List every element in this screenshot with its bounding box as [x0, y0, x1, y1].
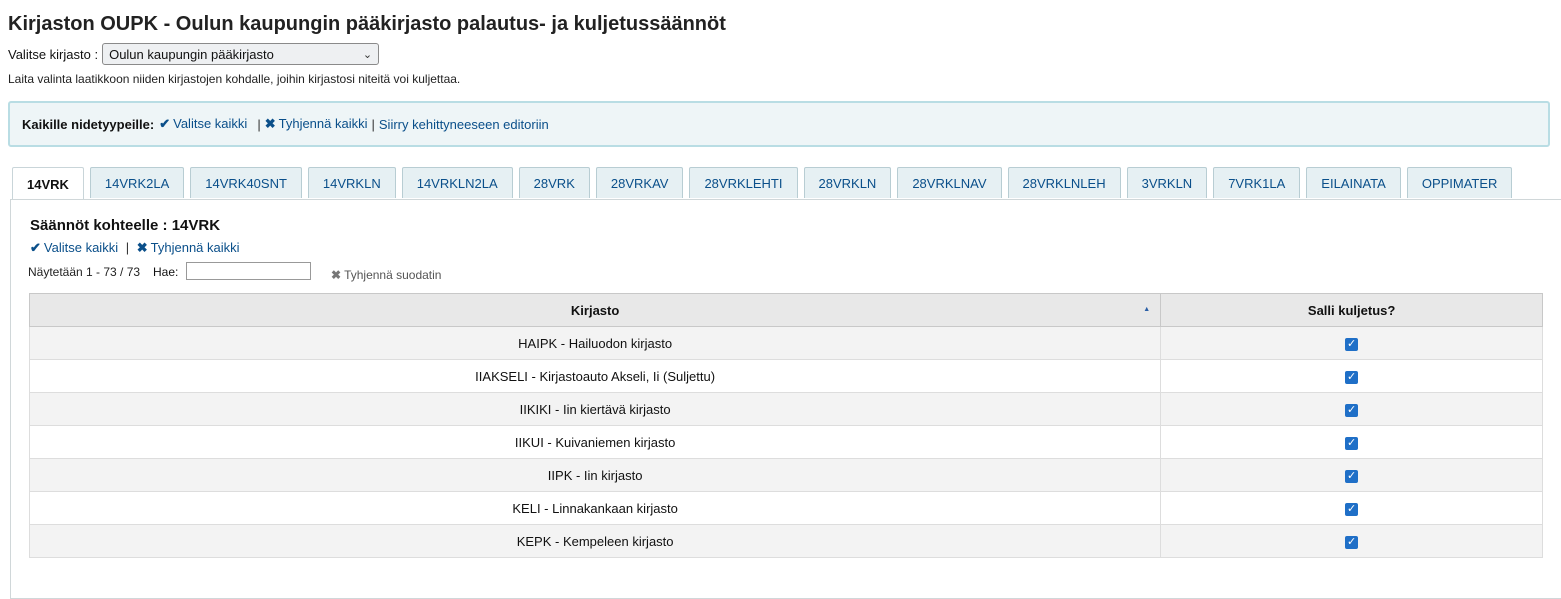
- tab-28VRKLEHTI[interactable]: 28VRKLEHTI: [689, 167, 798, 198]
- clear-all-link[interactable]: ✖ Tyhjennä kaikki: [137, 240, 240, 255]
- search-label: Hae:: [153, 265, 179, 279]
- results-info: Näytetään 1 - 73 / 73: [28, 265, 141, 279]
- column-header-library[interactable]: Kirjasto ▲: [28, 293, 1162, 327]
- page-title: Kirjaston OUPK - Oulun kaupungin pääkirj…: [8, 13, 726, 35]
- allow-cell: ✓: [1160, 359, 1543, 393]
- transfer-rules-table: Kirjasto ▲ Salli kuljetus? HAIPK - Hailuo…: [28, 293, 1543, 558]
- library-cell: IIPK - Iin kirjasto: [28, 458, 1162, 492]
- library-cell: IIKUI - Kuivaniemen kirjasto: [28, 425, 1162, 459]
- item-type-tabs: 14VRK 14VRK2LA 14VRK40SNT 14VRKLN 14VRKL…: [12, 167, 1518, 200]
- tab-28VRKAV[interactable]: 28VRKAV: [595, 167, 684, 198]
- tab-7VRK1LA[interactable]: 7VRK1LA: [1213, 167, 1301, 198]
- table-row: HAIPK - Hailuodon kirjasto ✓: [28, 326, 1543, 360]
- allow-transfer-checkbox[interactable]: ✓: [1345, 469, 1359, 483]
- table-row: IIAKSELI - Kirjastoauto Akseli, Ii (Sulj…: [28, 359, 1543, 393]
- allow-cell: ✓: [1160, 458, 1543, 492]
- allow-cell: ✓: [1160, 491, 1543, 525]
- select-all-text: Valitse kaikki: [43, 240, 119, 255]
- instructions-text: Laita valinta laatikkoon niiden kirjasto…: [8, 72, 461, 86]
- library-cell: KEPK - Kempeleen kirjasto: [28, 524, 1162, 558]
- advanced-editor-link[interactable]: Siirry kehittyneeseen editoriin: [379, 117, 549, 132]
- allow-transfer-checkbox[interactable]: ✓: [1345, 535, 1359, 549]
- separator: |: [371, 116, 375, 132]
- sort-asc-icon: ▲: [1143, 306, 1151, 313]
- x-icon: ✖: [264, 116, 276, 131]
- allow-cell: ✓: [1160, 392, 1543, 426]
- x-icon: ✖: [136, 240, 148, 255]
- clear-filter-text: Tyhjennä suodatin: [344, 268, 442, 282]
- column-header-allow-transfer[interactable]: Salli kuljetus?: [1160, 293, 1543, 327]
- allow-transfer-checkbox[interactable]: ✓: [1345, 502, 1359, 516]
- library-select[interactable]: Oulun kaupungin pääkirjasto ⌄: [102, 43, 380, 65]
- table-row: IIPK - Iin kirjasto ✓: [28, 458, 1543, 492]
- all-item-types-banner: Kaikille nidetyypeille: ✔ Valitse kaikki …: [8, 101, 1550, 147]
- tab-panel: Säännöt kohteelle : 14VRK ✔ Valitse kaikk…: [10, 199, 1561, 599]
- allow-transfer-checkbox[interactable]: ✓: [1345, 370, 1359, 384]
- tab-14VRK[interactable]: 14VRK: [12, 167, 84, 200]
- select-all-types-link[interactable]: ✔ Valitse kaikki: [159, 116, 247, 132]
- library-select-value: Oulun kaupungin pääkirjasto: [109, 46, 274, 62]
- library-cell: KELI - Linnakankaan kirjasto: [28, 491, 1162, 525]
- tab-14VRK2LA[interactable]: 14VRK2LA: [89, 167, 185, 198]
- library-cell: IIAKSELI - Kirjastoauto Akseli, Ii (Sulj…: [28, 359, 1162, 393]
- tab-28VRK[interactable]: 28VRK: [518, 167, 590, 198]
- clear-all-types-text: Tyhjennä kaikki: [278, 116, 368, 131]
- library-cell: IIKIKI - Iin kiertävä kirjasto: [28, 392, 1162, 426]
- allow-transfer-checkbox[interactable]: ✓: [1345, 436, 1359, 450]
- tab-14VRKLN2LA[interactable]: 14VRKLN2LA: [401, 167, 513, 198]
- tab-28VRKLN[interactable]: 28VRKLN: [803, 167, 892, 198]
- tab-EILAINATA[interactable]: EILAINATA: [1306, 167, 1401, 198]
- clear-all-types-link[interactable]: ✖ Tyhjennä kaikki: [265, 116, 368, 132]
- clear-filter-button[interactable]: ✖ Tyhjennä suodatin: [331, 268, 441, 282]
- table-row: KELI - Linnakankaan kirjasto ✓: [28, 491, 1543, 525]
- all-types-label: Kaikille nidetyypeille:: [22, 116, 155, 132]
- library-select-row: Valitse kirjasto : Oulun kaupungin pääki…: [8, 43, 380, 65]
- tab-3VRKLN[interactable]: 3VRKLN: [1126, 167, 1208, 198]
- select-all-types-text: Valitse kaikki: [173, 116, 248, 131]
- tab-14VRKLN[interactable]: 14VRKLN: [307, 167, 396, 198]
- tab-14VRK40SNT[interactable]: 14VRK40SNT: [190, 167, 302, 198]
- x-icon: ✖: [331, 268, 342, 282]
- allow-transfer-checkbox[interactable]: ✓: [1345, 403, 1359, 417]
- check-icon: ✔: [159, 116, 171, 131]
- allow-transfer-checkbox[interactable]: ✓: [1345, 337, 1359, 351]
- check-icon: ✔: [30, 240, 41, 255]
- tab-28VRKLNLEH[interactable]: 28VRKLNLEH: [1007, 167, 1121, 198]
- allow-cell: ✓: [1160, 326, 1543, 360]
- select-all-link[interactable]: ✔ Valitse kaikki: [30, 240, 118, 255]
- search-input[interactable]: [186, 262, 311, 280]
- table-row: IIKUI - Kuivaniemen kirjasto ✓: [28, 425, 1543, 459]
- clear-all-text: Tyhjennä kaikki: [150, 240, 240, 255]
- separator: |: [257, 116, 261, 132]
- panel-title: Säännöt kohteelle : 14VRK: [30, 217, 221, 234]
- allow-cell: ✓: [1160, 425, 1543, 459]
- column-header-library-text: Kirjasto: [570, 302, 620, 318]
- table-row: KEPK - Kempeleen kirjasto ✓: [28, 524, 1543, 558]
- library-select-label: Valitse kirjasto :: [8, 46, 99, 62]
- allow-cell: ✓: [1160, 524, 1543, 558]
- table-row: IIKIKI - Iin kiertävä kirjasto ✓: [28, 392, 1543, 426]
- separator: |: [125, 240, 130, 255]
- chevron-down-icon: ⌄: [362, 48, 373, 61]
- tab-OPPIMATER[interactable]: OPPIMATER: [1406, 167, 1513, 198]
- library-cell: HAIPK - Hailuodon kirjasto: [28, 326, 1162, 360]
- tab-28VRKLNAV[interactable]: 28VRKLNAV: [897, 167, 1002, 198]
- panel-links: ✔ Valitse kaikki | ✖ Tyhjennä kaikki: [30, 240, 240, 256]
